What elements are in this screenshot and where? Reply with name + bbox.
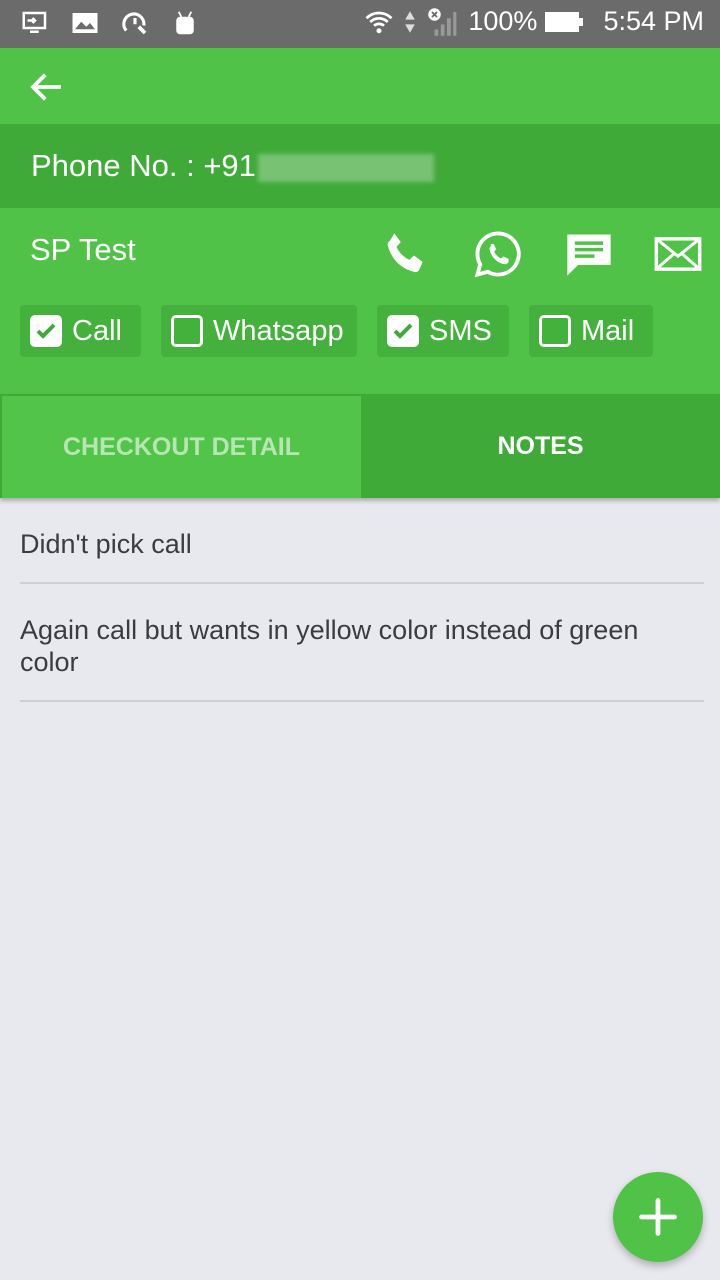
- list-item[interactable]: Again call but wants in yellow color ins…: [20, 584, 704, 702]
- checkbox-label: Call: [72, 314, 122, 347]
- speed-tool-icon: [122, 12, 147, 35]
- checkbox-label: Mail: [581, 314, 635, 347]
- phone-label: Phone No. : +91: [31, 148, 256, 183]
- android-icon: [176, 11, 194, 35]
- plus-icon: [639, 1198, 677, 1236]
- arrow-left-icon[interactable]: [26, 66, 68, 108]
- tab-checkout-detail[interactable]: CHECKOUT DETAIL: [0, 394, 361, 498]
- contact-name: SP Test: [30, 232, 136, 267]
- phone-number: Phone No. : +91: [31, 148, 434, 184]
- checkbox-label: SMS: [429, 314, 492, 347]
- signal-no-sim-icon: [428, 7, 457, 36]
- status-bar: 100% 5:54 PM: [0, 0, 720, 48]
- battery-percent: 100%: [468, 6, 538, 36]
- tab-bar: CHECKOUT DETAIL NOTES: [0, 394, 720, 498]
- checkbox-mail[interactable]: Mail: [529, 305, 653, 357]
- checkbox-whatsapp[interactable]: Whatsapp: [161, 305, 357, 357]
- phone-number-row: Phone No. : +91: [0, 124, 720, 208]
- redacted-number: [257, 153, 434, 182]
- checkbox-label: Whatsapp: [213, 314, 344, 347]
- message-icon[interactable]: [563, 228, 615, 280]
- mail-icon[interactable]: [652, 228, 704, 280]
- data-arrows-icon: [405, 10, 416, 33]
- whatsapp-icon[interactable]: [472, 228, 524, 280]
- checkbox-unchecked-icon: [171, 315, 203, 347]
- tab-notes[interactable]: NOTES: [361, 394, 720, 498]
- battery-icon: [545, 11, 584, 32]
- notes-list: Didn't pick call Again call but wants in…: [20, 498, 704, 702]
- contact-panel: SP Test Call Whatsapp SMS Mail: [0, 208, 720, 394]
- wifi-icon: [365, 11, 393, 33]
- checkbox-unchecked-icon: [539, 315, 571, 347]
- phone-icon[interactable]: [380, 228, 432, 280]
- app-bar: [0, 48, 720, 124]
- checkbox-call[interactable]: Call: [20, 305, 141, 357]
- checkbox-sms[interactable]: SMS: [377, 305, 509, 357]
- add-note-button[interactable]: [613, 1172, 703, 1262]
- image-icon: [72, 13, 98, 33]
- screen-cast-icon: [22, 11, 47, 33]
- clock: 5:54 PM: [603, 6, 704, 36]
- checkbox-checked-icon: [387, 315, 419, 347]
- list-item[interactable]: Didn't pick call: [20, 498, 704, 584]
- checkbox-checked-icon: [30, 315, 62, 347]
